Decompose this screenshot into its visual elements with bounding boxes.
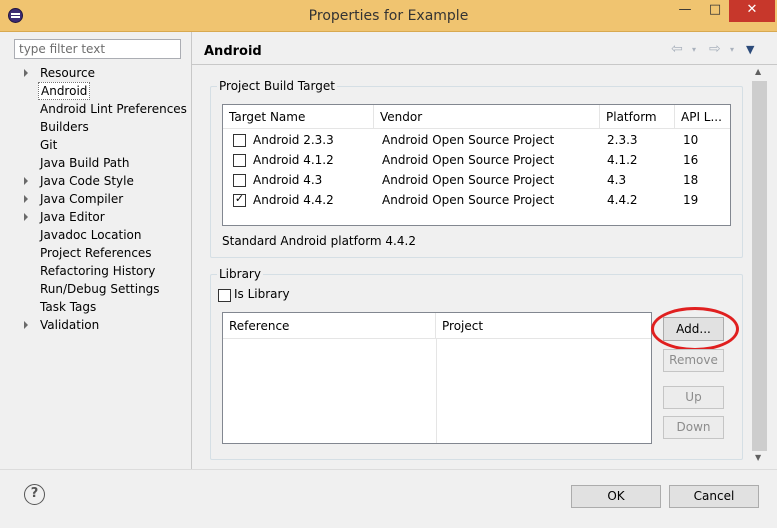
- target-name[interactable]: Android 4.4.2: [253, 190, 334, 210]
- view-menu-icon[interactable]: ▼: [746, 43, 754, 56]
- expand-arrow-icon[interactable]: [24, 321, 28, 329]
- target-platform: 4.4.2: [607, 193, 638, 207]
- tree-item-label: Project References: [40, 246, 152, 260]
- tree-item-label: Java Editor: [40, 210, 105, 224]
- expand-arrow-icon[interactable]: [24, 195, 28, 203]
- target-checkbox-checked[interactable]: ✓: [233, 192, 246, 207]
- maximize-button[interactable]: □: [700, 0, 730, 22]
- expand-arrow-icon[interactable]: [24, 177, 28, 185]
- close-button[interactable]: ✕: [729, 0, 775, 22]
- tree-item-java-build-path[interactable]: Java Build Path: [14, 154, 191, 172]
- scroll-down-arrow-icon[interactable]: ▼: [755, 453, 761, 462]
- build-target-status: Standard Android platform 4.4.2: [222, 234, 416, 248]
- move-up-button[interactable]: Up: [663, 386, 724, 409]
- back-arrow-icon[interactable]: ⇦: [671, 41, 683, 57]
- target-name[interactable]: Android 4.3: [253, 170, 322, 190]
- tree-item-android[interactable]: Android: [14, 82, 191, 100]
- checkmark-icon: ✓: [234, 192, 245, 205]
- target-name[interactable]: Android 4.1.2: [253, 150, 334, 170]
- cancel-button[interactable]: Cancel: [669, 485, 759, 508]
- target-checkbox[interactable]: [233, 154, 246, 167]
- forward-dropdown-icon[interactable]: ▾: [730, 45, 734, 54]
- tree-item-project-references[interactable]: Project References: [14, 244, 191, 262]
- tree-item-label: Javadoc Location: [40, 228, 142, 242]
- tree-item-refactoring-history[interactable]: Refactoring History: [14, 262, 191, 280]
- tree-item-java-compiler[interactable]: Java Compiler: [14, 190, 191, 208]
- tree-item-android-lint-preferences[interactable]: Android Lint Preferences: [14, 100, 191, 118]
- tree-item-builders[interactable]: Builders: [14, 118, 191, 136]
- window-title: Properties for Example: [308, 8, 469, 24]
- tree-item-label: Android Lint Preferences: [40, 102, 187, 116]
- column-header-reference[interactable]: Reference: [223, 313, 436, 339]
- target-platform: 2.3.3: [607, 133, 638, 147]
- target-checkbox[interactable]: [233, 174, 246, 187]
- tree-item-label: Java Compiler: [40, 192, 124, 206]
- is-library-label[interactable]: Is Library: [234, 287, 290, 301]
- target-vendor: Android Open Source Project: [382, 193, 555, 207]
- tree-item-validation[interactable]: Validation: [14, 316, 191, 334]
- tree-item-label: Java Build Path: [40, 156, 130, 170]
- target-platform: 4.3: [607, 173, 627, 187]
- is-library-checkbox[interactable]: [218, 289, 231, 302]
- expand-arrow-icon[interactable]: [24, 213, 28, 221]
- back-dropdown-icon[interactable]: ▾: [692, 45, 696, 54]
- tree-item-label: Builders: [40, 120, 89, 134]
- page-scrollbar[interactable]: ▲ ▼: [751, 65, 768, 467]
- scroll-up-arrow-icon[interactable]: ▲: [755, 67, 761, 76]
- target-api-level: 19: [683, 193, 699, 207]
- column-header-platform[interactable]: Platform: [600, 105, 675, 129]
- target-api-level: 18: [683, 173, 699, 187]
- tree-item-resource[interactable]: Resource: [14, 64, 191, 82]
- pane-divider[interactable]: [191, 32, 192, 469]
- tree-item-label: Resource: [40, 66, 96, 80]
- library-reference-table[interactable]: Reference Project: [222, 312, 652, 444]
- tree-item-label: Validation: [40, 318, 100, 332]
- help-icon[interactable]: ?: [24, 484, 45, 505]
- target-vendor: Android Open Source Project: [382, 153, 555, 167]
- column-header-api-level[interactable]: API L...: [675, 105, 730, 129]
- target-api-level: 16: [683, 153, 699, 167]
- minimize-button[interactable]: —: [670, 0, 700, 22]
- expand-arrow-icon[interactable]: [24, 69, 28, 77]
- tree-item-java-editor[interactable]: Java Editor: [14, 208, 191, 226]
- title-bar[interactable]: Properties for Example — □ ✕: [0, 0, 777, 32]
- tree-item-label: Task Tags: [40, 300, 97, 314]
- column-header-project[interactable]: Project: [436, 313, 651, 339]
- column-separator: [436, 339, 437, 443]
- target-platform: 4.1.2: [607, 153, 638, 167]
- build-target-table[interactable]: Target Name Vendor Platform API L... And…: [222, 104, 731, 226]
- tree-item-javadoc-location[interactable]: Javadoc Location: [14, 226, 191, 244]
- tree-item-label: Java Code Style: [40, 174, 134, 188]
- tree-item-task-tags[interactable]: Task Tags: [14, 298, 191, 316]
- filter-input[interactable]: [14, 39, 181, 59]
- tree-item-java-code-style[interactable]: Java Code Style: [14, 172, 191, 190]
- tree-item-label: Run/Debug Settings: [40, 282, 160, 296]
- column-header-target-name[interactable]: Target Name: [223, 105, 374, 129]
- tree-item-label: Android: [38, 82, 91, 100]
- remove-library-button[interactable]: Remove: [663, 349, 724, 372]
- forward-arrow-icon[interactable]: ⇨: [709, 41, 721, 57]
- target-vendor: Android Open Source Project: [382, 133, 555, 147]
- target-checkbox[interactable]: [233, 134, 246, 147]
- page-title: Android: [204, 44, 262, 59]
- add-button-highlight-annotation: [651, 307, 739, 351]
- scrollbar-thumb[interactable]: [752, 81, 767, 451]
- header-divider: [192, 64, 777, 65]
- move-down-button[interactable]: Down: [663, 416, 724, 439]
- tree-item-label: Git: [40, 138, 58, 152]
- library-group-label: Library: [217, 267, 263, 281]
- build-target-group-label: Project Build Target: [217, 79, 337, 93]
- tree-item-git[interactable]: Git: [14, 136, 191, 154]
- target-vendor: Android Open Source Project: [382, 173, 555, 187]
- tree-item-run-debug-settings[interactable]: Run/Debug Settings: [14, 280, 191, 298]
- tree-item-label: Refactoring History: [40, 264, 156, 278]
- target-api-level: 10: [683, 133, 699, 147]
- column-header-vendor[interactable]: Vendor: [374, 105, 600, 129]
- ok-button[interactable]: OK: [571, 485, 661, 508]
- target-name[interactable]: Android 2.3.3: [253, 130, 334, 150]
